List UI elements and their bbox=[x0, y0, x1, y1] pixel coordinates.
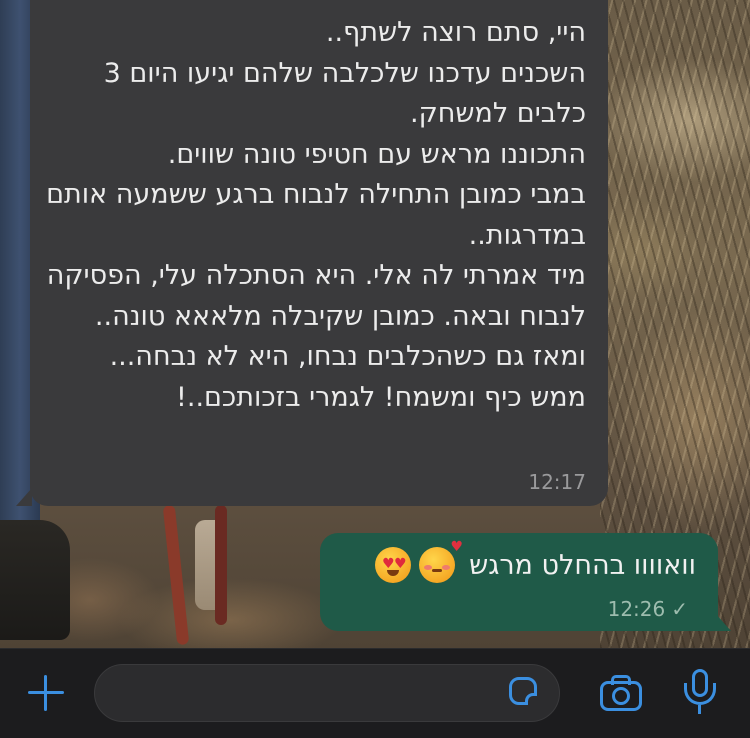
wallpaper-leash-2 bbox=[215, 505, 227, 625]
smiling-face-with-hearts-emoji-icon bbox=[419, 539, 463, 583]
heart-eyes-emoji-icon bbox=[375, 547, 412, 583]
outgoing-message-bubble[interactable]: וואוווו בהחלט מרגש 12:26 ✓ bbox=[320, 533, 731, 631]
message-composer bbox=[0, 648, 750, 738]
message-input[interactable] bbox=[94, 664, 560, 722]
outgoing-message-meta: 12:26 ✓ bbox=[608, 597, 688, 621]
outgoing-message-content: וואוווו בהחלט מרגש bbox=[375, 539, 696, 583]
microphone-icon[interactable] bbox=[680, 669, 720, 719]
outgoing-message-time: 12:26 bbox=[607, 597, 666, 621]
plus-icon[interactable] bbox=[24, 671, 68, 715]
sticker-icon[interactable] bbox=[509, 677, 537, 705]
incoming-message-text: היי, סתם רוצה לשתף.. השכנים עדכנו שלכלבה… bbox=[46, 17, 586, 413]
incoming-message-time: 12:17 bbox=[528, 470, 586, 494]
wallpaper-boot bbox=[0, 520, 70, 640]
wallpaper-leash bbox=[162, 504, 190, 646]
bubble-tail bbox=[715, 613, 731, 631]
bubble-tail bbox=[16, 488, 32, 506]
outgoing-message-text: וואוווו בהחלט מרגש bbox=[469, 549, 696, 581]
camera-icon[interactable] bbox=[598, 673, 644, 713]
check-icon: ✓ bbox=[671, 597, 688, 621]
incoming-message-bubble[interactable]: היי, סתם רוצה לשתף.. השכנים עדכנו שלכלבה… bbox=[16, 0, 608, 506]
